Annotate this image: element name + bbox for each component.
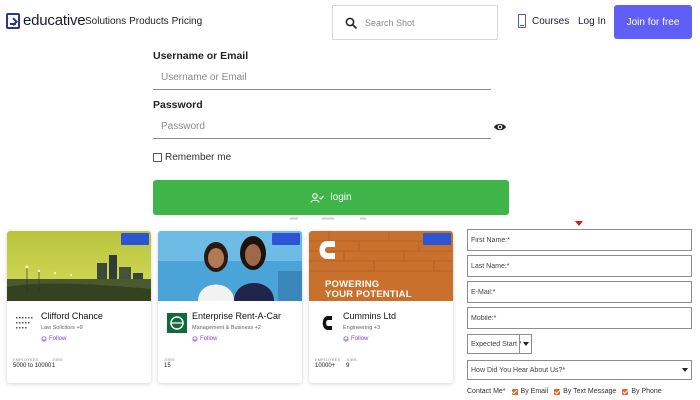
login-button-label: login — [330, 192, 352, 203]
stat-value: 10000+ — [315, 363, 336, 369]
company-category: Law Solicitors +9 — [41, 325, 83, 331]
contact-email-checkbox[interactable] — [511, 388, 518, 395]
stat-label: JOBS — [164, 358, 175, 362]
stat-jobs: JOBS 9 — [346, 358, 357, 369]
logo[interactable]: educative — [6, 12, 86, 29]
faded-text-fragment — [290, 217, 366, 220]
login-link[interactable]: Log In — [578, 16, 606, 27]
follow-button[interactable]: Follow — [192, 335, 217, 342]
courses-link[interactable]: Courses — [518, 14, 569, 28]
expected-start-select[interactable]: Expected Start * — [467, 334, 532, 354]
courses-label: Courses — [532, 15, 570, 27]
heard-about-select[interactable]: How Did You Hear About Us?* — [467, 360, 692, 380]
top-navbar: educative Solutions Products Pricing Cou… — [0, 0, 700, 44]
remember-me: Remember me — [153, 152, 231, 163]
password-label: Password — [153, 99, 203, 111]
expected-start-value: Expected Start * — [471, 340, 522, 348]
last-name-field[interactable] — [467, 255, 692, 277]
stat-value: 1 — [52, 363, 56, 369]
chevron-down-icon — [679, 361, 691, 379]
enterprise-logo — [166, 312, 188, 334]
heard-about-value: How Did You Hear About Us?* — [471, 366, 566, 374]
courses-icon — [518, 14, 526, 28]
follow-button[interactable]: Follow — [343, 335, 368, 342]
stat-jobs: JOBS 15 — [164, 358, 175, 369]
remember-label: Remember me — [165, 152, 232, 163]
contact-text-label: By Text Message — [563, 388, 617, 395]
join-button[interactable]: Join for free — [614, 5, 692, 39]
first-name-field[interactable] — [467, 229, 692, 251]
company-card-enterprise[interactable]: Enterprise Rent-A-Car Management & Busin… — [158, 231, 302, 383]
card-banner-image — [7, 231, 151, 301]
card-banner-image — [158, 231, 302, 301]
banner-headline-2: YOUR POTENTIAL — [325, 289, 412, 300]
stat-label: JOBS — [52, 358, 63, 362]
company-card-cummins[interactable]: POWERING YOUR POTENTIAL Cummins Ltd Engi… — [309, 231, 453, 383]
logo-text: educative — [23, 12, 86, 29]
login-button[interactable]: login — [153, 180, 509, 215]
company-name[interactable]: Clifford Chance — [41, 311, 103, 321]
contact-text-checkbox[interactable] — [554, 388, 561, 395]
stat-value: 5000 to 10000 — [13, 363, 52, 369]
card-badge — [121, 233, 149, 245]
card-badge — [272, 233, 300, 245]
chevron-down-icon — [519, 335, 531, 353]
search-box — [332, 5, 498, 40]
main-nav: Solutions Products Pricing — [85, 16, 202, 27]
stat-employees: EMPLOYEES 5000 to 10000 — [13, 358, 51, 369]
stat-label: EMPLOYEES — [13, 358, 39, 362]
clifford-chance-logo — [15, 312, 37, 334]
contact-label: Contact Me* — [467, 388, 506, 395]
stat-jobs: JOBS 1 — [52, 358, 63, 369]
nav-pricing[interactable]: Pricing — [172, 16, 203, 27]
follow-label: Follow — [351, 335, 369, 342]
username-field[interactable] — [153, 65, 491, 90]
card-badge — [423, 233, 451, 245]
stat-value: 15 — [164, 363, 171, 369]
stat-label: JOBS — [346, 358, 357, 362]
contact-email-label: By Email — [520, 388, 549, 395]
contact-phone-label: By Phone — [631, 388, 662, 395]
bell-icon — [41, 336, 47, 342]
red-marker — [575, 221, 583, 226]
logo-icon — [6, 12, 20, 29]
mobile-field[interactable] — [467, 307, 692, 329]
bell-icon — [192, 336, 198, 342]
bell-icon — [343, 336, 349, 342]
cummins-logo — [317, 312, 339, 334]
follow-label: Follow — [200, 335, 218, 342]
company-category: Engineering +3 — [343, 325, 381, 331]
company-card-clifford-chance[interactable]: Clifford Chance Law Solicitors +9 Follow… — [7, 231, 151, 383]
card-banner-image: POWERING YOUR POTENTIAL — [309, 231, 453, 301]
follow-button[interactable]: Follow — [41, 335, 66, 342]
search-icon[interactable] — [337, 5, 365, 40]
email-field[interactable] — [467, 281, 692, 303]
company-category: Management & Business +2 — [192, 325, 261, 331]
remember-checkbox[interactable] — [153, 153, 162, 162]
stat-label: EMPLOYEES — [315, 358, 341, 362]
password-field[interactable] — [153, 114, 491, 139]
search-input[interactable] — [365, 17, 485, 28]
stat-value: 9 — [346, 363, 350, 369]
follow-label: Follow — [49, 335, 67, 342]
username-label: Username or Email — [153, 50, 249, 62]
contact-preferences: Contact Me* By Email By Text Message By … — [467, 388, 662, 395]
nav-products[interactable]: Products — [129, 16, 168, 27]
company-name[interactable]: Enterprise Rent-A-Car — [192, 311, 281, 321]
nav-solutions[interactable]: Solutions — [85, 16, 126, 27]
user-icon — [310, 192, 325, 203]
eye-icon[interactable] — [493, 119, 507, 131]
contact-phone-checkbox[interactable] — [622, 388, 629, 395]
company-name[interactable]: Cummins Ltd — [343, 311, 396, 321]
stat-employees: EMPLOYEES 10000+ — [315, 358, 340, 369]
